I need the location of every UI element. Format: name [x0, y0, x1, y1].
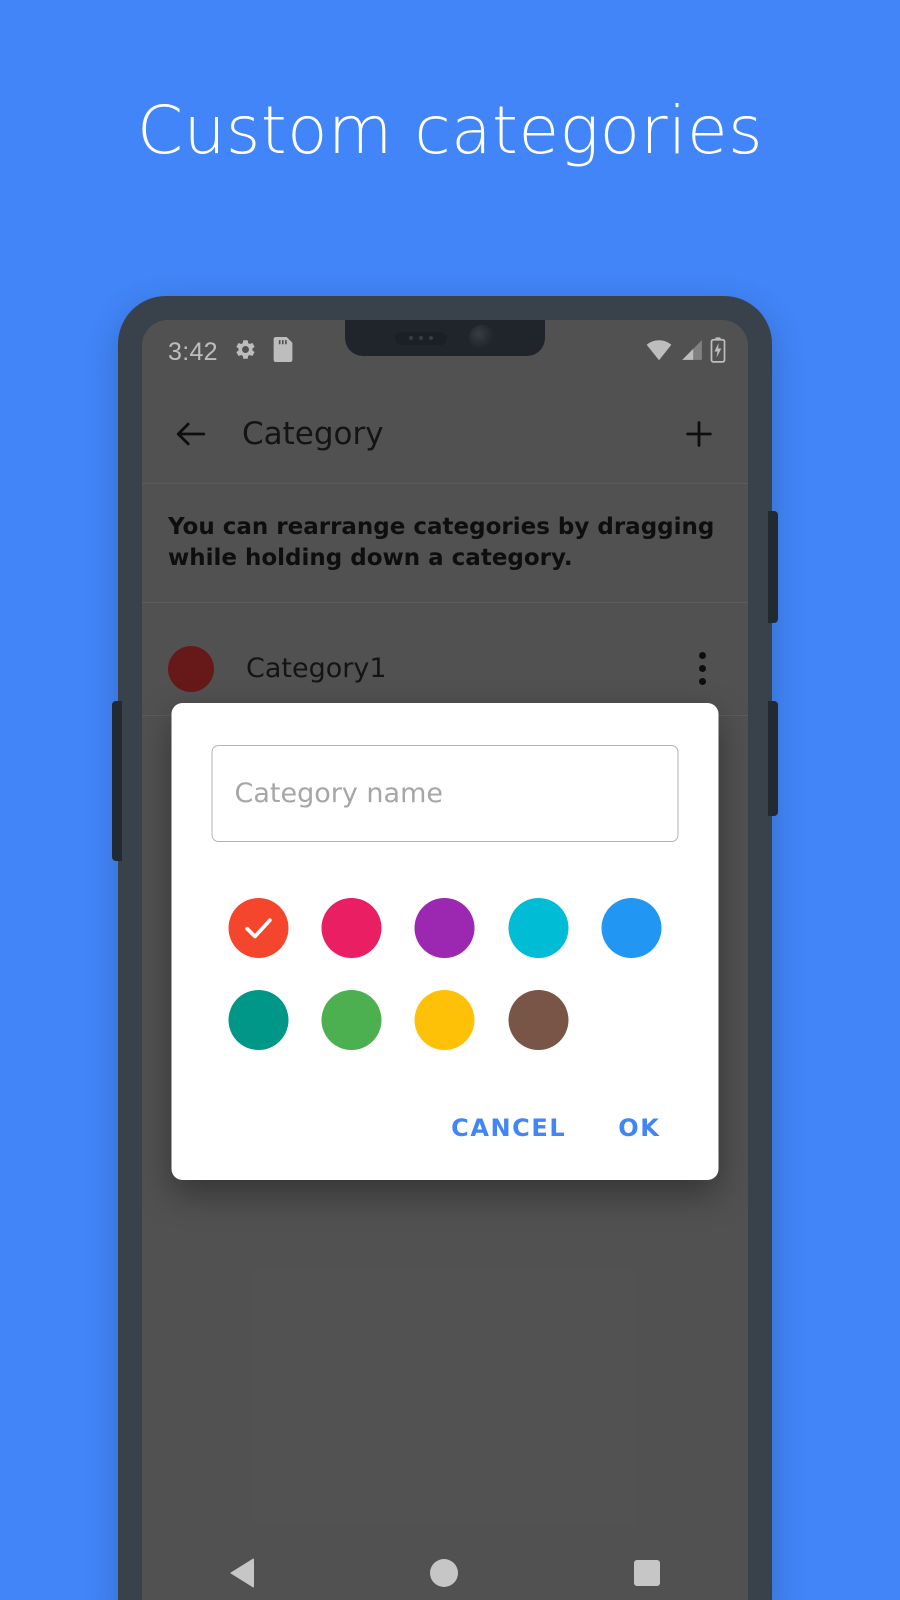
phone-frame: 3:42 Category You can rearrange categori… — [112, 296, 778, 1600]
color-swatch-amber[interactable] — [414, 990, 475, 1050]
color-swatch-green[interactable] — [321, 990, 382, 1050]
ok-button[interactable]: OK — [600, 1104, 678, 1152]
color-swatch-pink[interactable] — [321, 898, 382, 958]
category-name-input[interactable] — [211, 745, 679, 842]
volume-rocker-button[interactable] — [768, 511, 778, 623]
check-icon — [245, 918, 272, 939]
page-title: Custom categories — [137, 92, 763, 169]
nav-home-circle-icon[interactable] — [430, 1559, 458, 1587]
android-nav-bar — [142, 1530, 748, 1600]
power-button[interactable] — [768, 701, 778, 816]
color-swatch-brown[interactable] — [508, 990, 569, 1050]
dialog-actions: CANCEL OK — [212, 1104, 679, 1158]
phone-screen: 3:42 Category You can rearrange categori… — [142, 320, 748, 1600]
new-category-dialog: CANCEL OK — [171, 703, 719, 1180]
color-swatch-grid — [212, 898, 679, 1050]
nav-recents-square-icon[interactable] — [634, 1560, 660, 1586]
color-swatch-blue[interactable] — [601, 898, 662, 958]
left-side-button[interactable] — [112, 701, 122, 861]
color-swatch-cyan[interactable] — [508, 898, 569, 958]
cancel-button[interactable]: CANCEL — [433, 1104, 584, 1152]
nav-back-triangle-icon[interactable] — [230, 1558, 254, 1588]
color-swatch-teal[interactable] — [228, 990, 289, 1050]
color-swatch-purple[interactable] — [414, 898, 475, 958]
color-swatch-red[interactable] — [228, 898, 289, 958]
